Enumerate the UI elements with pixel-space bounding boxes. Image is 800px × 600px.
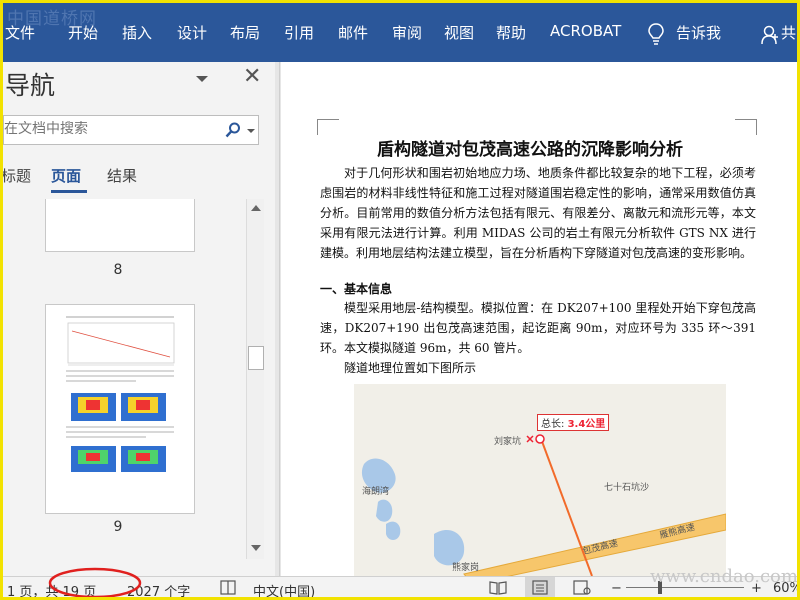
print-layout-icon — [532, 580, 548, 595]
nav-search-box[interactable] — [3, 115, 259, 145]
proofing-book-icon[interactable] — [220, 580, 236, 595]
nav-pane-title: 导航 — [5, 71, 56, 100]
tab-home[interactable]: 开始 — [68, 22, 98, 43]
read-mode-icon[interactable] — [489, 580, 507, 595]
map-place-label: 刘家坑 — [494, 437, 522, 447]
page-number-label: 8 — [113, 262, 123, 278]
nav-tab-pages[interactable]: 页面 — [51, 165, 81, 186]
search-input[interactable] — [4, 121, 214, 137]
search-icon[interactable] — [225, 122, 241, 138]
page-thumbnail-8[interactable] — [45, 199, 195, 252]
close-icon[interactable]: ✕ — [243, 64, 261, 89]
nav-options-dropdown-icon[interactable] — [196, 76, 208, 82]
print-layout-button[interactable] — [525, 577, 555, 598]
distance-value: 3.4公里 — [567, 419, 606, 430]
document-area[interactable]: 盾构隧道对包茂高速公路的沉降影响分析 对于几何形状和围岩初始地应力场、地质条件都… — [279, 62, 797, 576]
nav-tab-headings[interactable]: 标题 — [1, 165, 31, 186]
page-thumbnails: 8 9 — [3, 199, 243, 559]
search-options-dropdown-icon[interactable] — [247, 129, 255, 133]
tab-mailings[interactable]: 邮件 — [338, 22, 368, 43]
page-8-preview — [46, 199, 194, 251]
tab-share[interactable]: 共 — [781, 22, 796, 43]
language-status[interactable]: 中文(中国) — [253, 581, 315, 600]
map-drawing — [361, 434, 726, 576]
map-place-label: 七十石坑沙 — [604, 483, 650, 493]
distance-label-text: 总长: — [541, 419, 565, 430]
tab-acrobat[interactable]: ACROBAT — [550, 22, 621, 40]
tab-file[interactable]: 文件 — [5, 22, 35, 43]
page-thumbnail-9[interactable] — [45, 304, 195, 514]
tab-insert[interactable]: 插入 — [122, 22, 152, 43]
tab-help[interactable]: 帮助 — [496, 22, 526, 43]
site-watermark-corner: www.cndao.com — [650, 566, 798, 587]
web-layout-icon[interactable] — [573, 580, 591, 595]
section-heading[interactable]: 一、基本信息 — [320, 280, 392, 297]
document-page[interactable]: 盾构隧道对包茂高速公路的沉降影响分析 对于几何形状和围岩初始地应力场、地质条件都… — [281, 62, 797, 576]
navigation-pane: 导航 ✕ 标题 页面 结果 8 — [1, 62, 275, 576]
scroll-up-arrow-icon[interactable] — [251, 205, 261, 211]
header-margin-mark — [317, 119, 339, 135]
tell-me-box[interactable]: 告诉我 — [676, 22, 721, 43]
body-paragraph-1[interactable]: 对于几何形状和围岩初始地应力场、地质条件都比较复杂的地下工程，必须考虑围岩的材料… — [320, 163, 756, 263]
thumbnail-scrollbar[interactable] — [246, 199, 264, 559]
map-place-label: 熊家岗 — [452, 563, 480, 573]
scrollbar-thumb[interactable] — [248, 346, 264, 370]
tab-references[interactable]: 引用 — [284, 22, 314, 43]
tab-view[interactable]: 视图 — [444, 22, 474, 43]
body-paragraph-2[interactable]: 模型采用地层-结构模型。模拟位置：在 DK207+100 里程处开始下穿包茂高速… — [320, 298, 756, 358]
tab-review[interactable]: 审阅 — [392, 22, 422, 43]
location-map[interactable]: 总长: 3.4公里 刘家坑 七十石坑沙 海朗湾 包茂高速 雁熊高速 熊家岗 — [354, 384, 726, 576]
page-number-label: 9 — [113, 519, 123, 535]
body-paragraph-3[interactable]: 隧道地理位置如下图所示 — [320, 358, 756, 378]
nav-tab-results[interactable]: 结果 — [107, 165, 137, 186]
ribbon: 中国道桥网 文件 开始 插入 设计 布局 引用 邮件 审阅 视图 帮助 ACRO… — [3, 3, 797, 62]
annotation-ellipse — [48, 567, 142, 599]
header-margin-mark — [735, 119, 757, 135]
lightbulb-icon[interactable] — [648, 23, 664, 45]
zoom-slider[interactable] — [626, 587, 744, 588]
document-title[interactable]: 盾构隧道对包茂高速公路的沉降影响分析 — [377, 135, 683, 160]
zoom-out-button[interactable]: − — [611, 581, 622, 596]
share-person-icon[interactable] — [761, 25, 779, 45]
tab-layout[interactable]: 布局 — [230, 22, 260, 43]
page-9-preview — [66, 316, 175, 472]
tab-design[interactable]: 设计 — [177, 22, 207, 43]
scroll-down-arrow-icon[interactable] — [251, 545, 261, 551]
map-place-label: 海朗湾 — [362, 487, 390, 497]
active-tab-indicator — [51, 190, 87, 193]
distance-label: 总长: 3.4公里 — [537, 414, 610, 431]
